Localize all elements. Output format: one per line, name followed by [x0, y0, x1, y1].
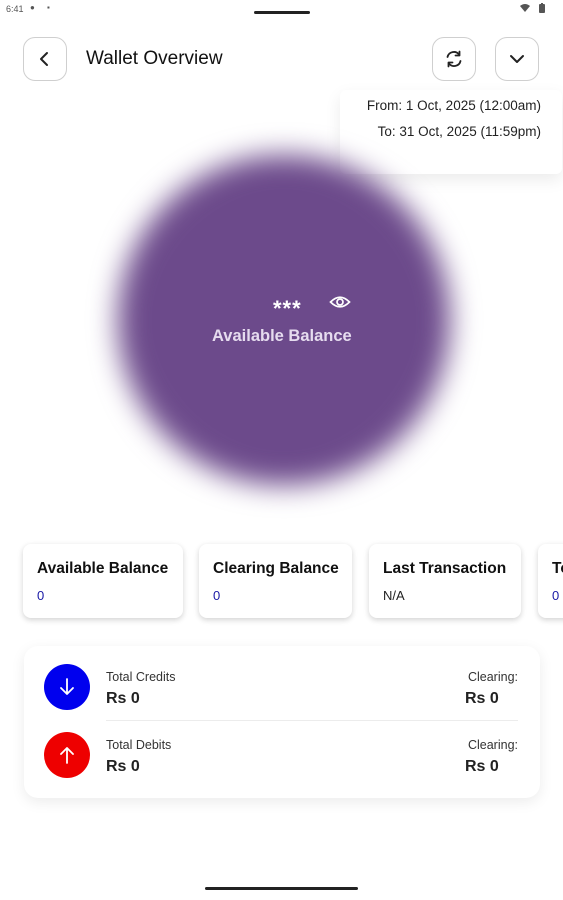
debits-amount: Rs 0 [106, 758, 140, 775]
arrow-up-icon [60, 747, 74, 764]
debits-circle [44, 732, 90, 778]
card-partial[interactable]: To 0 [538, 544, 563, 618]
card-title: Last Transaction [383, 560, 507, 577]
credits-debits-summary: Total Credits Rs 0 Clearing: Rs 0 Total … [24, 646, 540, 798]
arrow-down-icon [60, 678, 74, 695]
credits-label: Total Credits [106, 670, 176, 684]
credits-clearing-label: Clearing: [467, 670, 518, 684]
debits-label: Total Debits [106, 738, 172, 752]
chevron-down-icon [510, 55, 524, 63]
back-button[interactable] [23, 37, 67, 81]
masked-balance: *** [273, 296, 302, 321]
eye-icon [329, 296, 351, 308]
date-to: To: 31 Oct, 2025 (11:59pm) [377, 124, 541, 139]
camera-notch [254, 11, 310, 14]
status-time: 6:41 [6, 4, 24, 14]
card-clearing-balance[interactable]: Clearing Balance 0 [199, 544, 352, 618]
card-value: N/A [383, 588, 405, 603]
credits-row[interactable]: Total Credits Rs 0 Clearing: Rs 0 [24, 648, 540, 721]
wifi-icon [520, 4, 531, 13]
status-notification-icons: ● ▪ [30, 3, 55, 12]
balance-cards-scroller[interactable]: Available Balance 0 Clearing Balance 0 L… [0, 540, 563, 630]
debits-row[interactable]: Total Debits Rs 0 Clearing: Rs 0 [24, 716, 540, 784]
expand-button[interactable] [495, 37, 539, 81]
card-title: Clearing Balance [213, 560, 339, 577]
debits-clearing-label: Clearing: [467, 738, 518, 752]
debits-clearing-amount: Rs 0 [465, 758, 499, 775]
refresh-button[interactable] [432, 37, 476, 81]
date-from: From: 1 Oct, 2025 (12:00am) [366, 98, 541, 113]
card-last-transaction[interactable]: Last Transaction N/A [369, 544, 521, 618]
status-bar: 6:41 ● ▪ [0, 0, 563, 18]
balance-label: Available Balance [212, 327, 352, 345]
credits-amount: Rs 0 [106, 690, 140, 707]
refresh-icon [446, 50, 462, 68]
card-title: To [552, 560, 563, 577]
card-value: 0 [213, 588, 221, 603]
page-title: Wallet Overview [86, 48, 223, 69]
card-title: Available Balance [37, 560, 169, 577]
card-value: 0 [37, 588, 45, 603]
status-system-icons [520, 2, 545, 13]
card-value: 0 [552, 588, 560, 603]
credits-circle [44, 664, 90, 710]
credits-clearing-amount: Rs 0 [465, 690, 499, 707]
battery-icon [539, 2, 545, 13]
gesture-nav-bar[interactable] [205, 887, 358, 890]
card-available-balance[interactable]: Available Balance 0 [23, 544, 183, 618]
chevron-left-icon [40, 52, 48, 66]
toggle-visibility-button[interactable] [329, 294, 351, 315]
date-range[interactable]: From: 1 Oct, 2025 (12:00am) To: 31 Oct, … [367, 93, 541, 145]
